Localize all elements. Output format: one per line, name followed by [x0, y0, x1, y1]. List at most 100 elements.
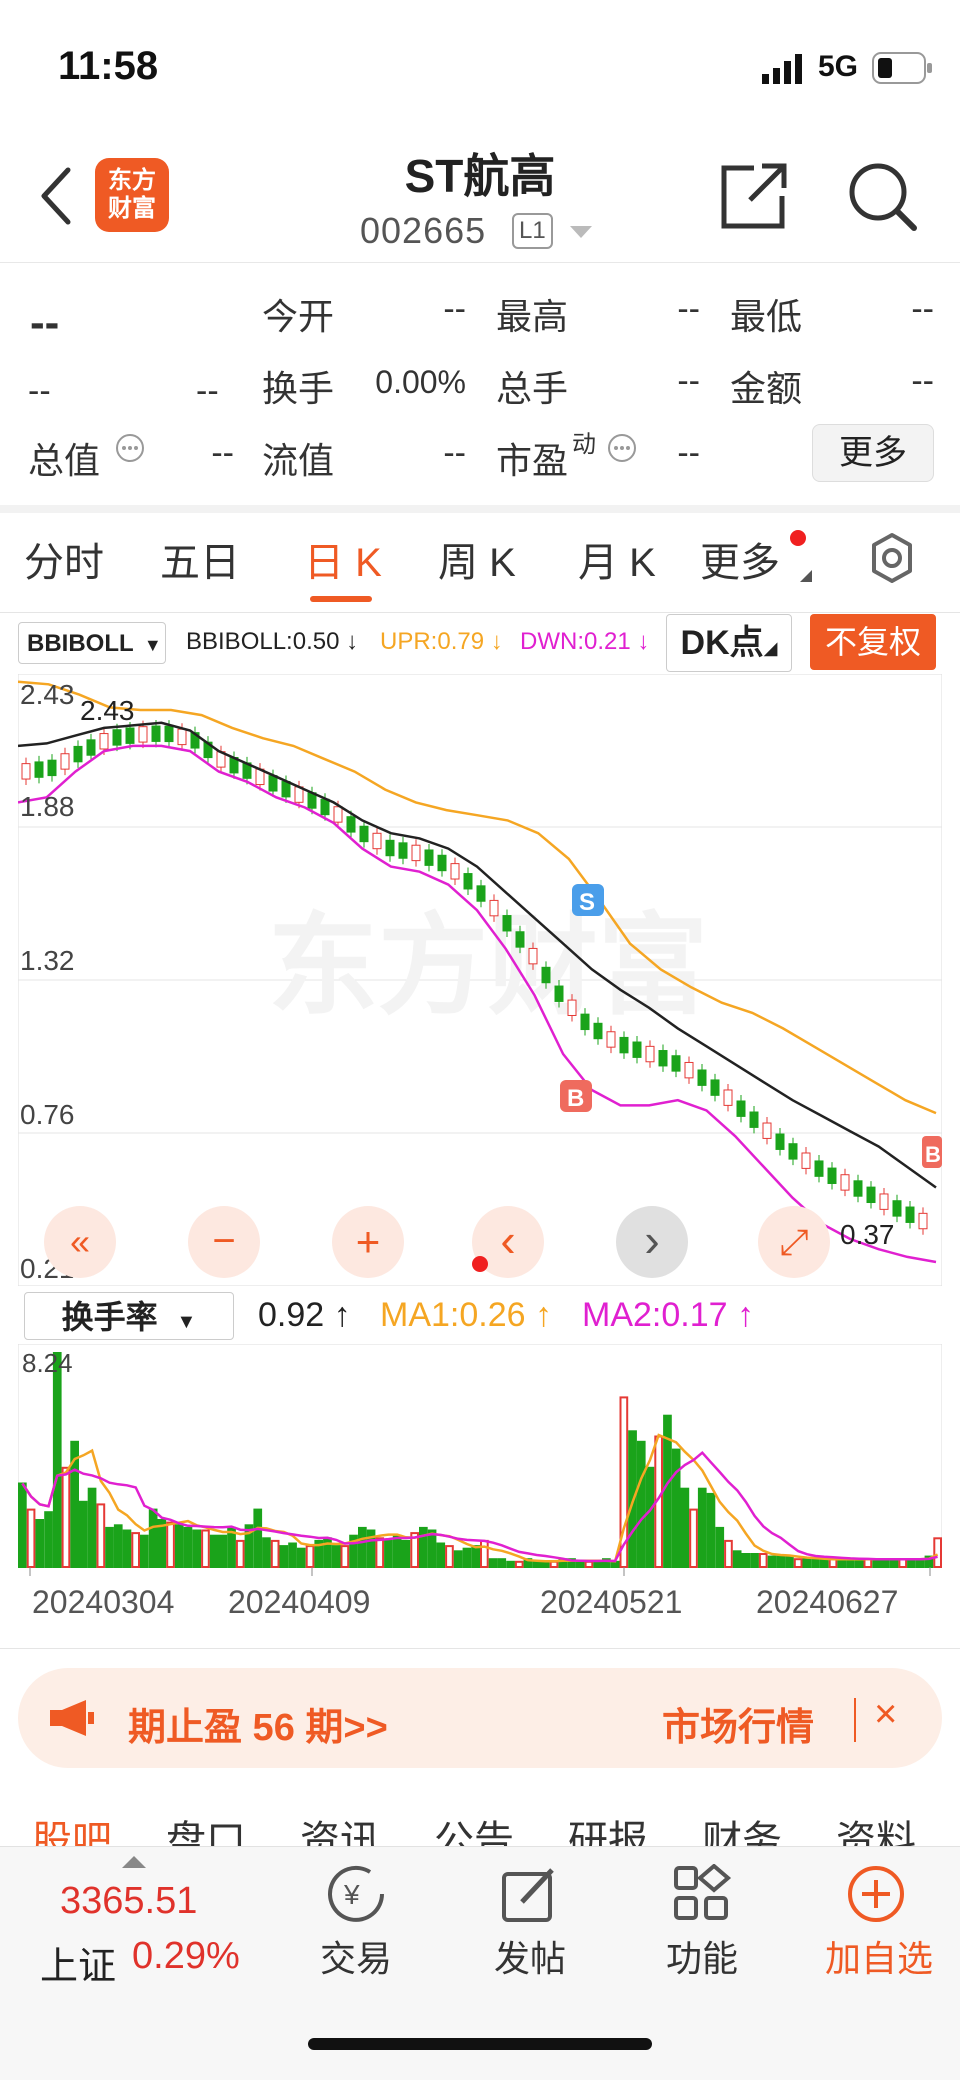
candle — [476, 885, 486, 902]
caret-down-icon[interactable] — [570, 226, 592, 240]
candle — [710, 1079, 720, 1096]
candle — [580, 1013, 590, 1031]
tab-profile[interactable]: 资料 — [836, 1808, 916, 1848]
candle — [814, 1160, 824, 1177]
banner-left-text[interactable]: 期止盈 56 期>> — [128, 1696, 388, 1751]
tab-five-day[interactable]: 五日 — [160, 530, 240, 588]
nav-post[interactable]: 发帖 — [470, 1930, 590, 1982]
candle — [684, 1061, 694, 1079]
buy-marker-label: B — [925, 1142, 941, 1167]
no-adjust-button[interactable]: 不复权 — [810, 614, 936, 670]
turnover-bar — [697, 1487, 707, 1568]
sub-indicator-select[interactable]: 换手率 ▼ — [24, 1292, 234, 1340]
turnover-bar — [793, 1558, 803, 1568]
turnover-bar — [148, 1508, 158, 1569]
search-icon[interactable] — [846, 160, 920, 234]
share-icon[interactable] — [718, 160, 790, 232]
open-value: -- — [443, 290, 466, 328]
turnover-bar — [471, 1545, 480, 1569]
turnover-bar — [462, 1547, 472, 1568]
candle — [47, 759, 57, 777]
banner-right-text[interactable]: 市场行情 — [662, 1696, 814, 1751]
turnover-bar — [79, 1500, 88, 1568]
more-quote-button[interactable]: 更多 — [812, 424, 934, 482]
nav-add-watchlist[interactable]: 加自选 — [814, 1930, 944, 1982]
turnover-bar — [96, 1503, 106, 1568]
turnover-bar — [192, 1529, 202, 1568]
date-label: 20240409 — [228, 1584, 371, 1620]
tab-daily-k[interactable]: 日 K — [304, 530, 382, 588]
tab-finance[interactable]: 财务 — [702, 1808, 782, 1848]
post-icon — [502, 1868, 554, 1922]
turnover-bar — [174, 1524, 184, 1569]
turnover-bar — [933, 1537, 942, 1569]
active-tab-indicator — [310, 596, 372, 602]
y-tick-label: 1.88 — [20, 791, 75, 822]
turnover-bar — [732, 1550, 742, 1569]
tab-guba[interactable]: 股吧 — [32, 1808, 112, 1848]
y-tick-label: 1.32 — [20, 945, 75, 976]
candle — [73, 745, 83, 763]
date-label: 20240627 — [756, 1584, 899, 1620]
turnover-bar — [262, 1537, 271, 1569]
turnover-bar — [52, 1352, 62, 1568]
tab-weekly-k[interactable]: 周 K — [438, 530, 516, 588]
index-change-pct[interactable]: 0.29% — [132, 1935, 240, 1978]
tab-pankou[interactable]: 盘口 — [166, 1808, 246, 1848]
index-value[interactable]: 3365.51 — [60, 1880, 197, 1923]
float-value-label: 流值 — [262, 440, 335, 481]
turnover-bar — [131, 1532, 141, 1569]
nav-trade[interactable]: 交易 — [296, 1930, 416, 1982]
candle — [515, 931, 525, 948]
turnover-bar — [419, 1526, 428, 1568]
dk-point-button[interactable]: DK点◢ — [666, 614, 792, 672]
total-value: -- — [211, 434, 234, 472]
candle — [632, 1041, 642, 1058]
indicator-select[interactable]: BBIBOLL ▼ — [18, 622, 166, 664]
y-tick-label: 2.43 — [20, 679, 75, 710]
turnover-bar — [671, 1448, 681, 1568]
home-indicator — [308, 2038, 652, 2050]
candle — [788, 1143, 798, 1160]
candle — [411, 844, 421, 862]
turnover-bar — [453, 1550, 463, 1569]
tab-monthly-k[interactable]: 月 K — [578, 530, 656, 588]
status-time: 11:58 — [58, 44, 159, 88]
turnover-bar — [218, 1534, 228, 1568]
candle — [138, 726, 148, 743]
tab-research[interactable]: 研报 — [568, 1808, 648, 1848]
turnover-bar — [331, 1545, 341, 1569]
candle — [567, 999, 577, 1016]
turnover-bar — [113, 1524, 123, 1569]
candle — [60, 753, 70, 770]
candle — [385, 839, 395, 857]
turnover-chart[interactable]: 8.24 — [18, 1344, 942, 1584]
index-name[interactable]: 上证 — [40, 1935, 116, 1990]
turnover-bar — [427, 1529, 437, 1568]
rewind-icon: « — [70, 1221, 90, 1262]
prev-icon: ‹ — [500, 1214, 515, 1266]
nav-functions[interactable]: 功能 — [642, 1930, 762, 1982]
candle — [320, 798, 330, 816]
tab-announcements[interactable]: 公告 — [434, 1808, 514, 1848]
float-value: -- — [443, 434, 466, 472]
kline-chart[interactable]: 东方财富 2.43 1.88 1.32 0.76 0.21 2.43 0.37 … — [18, 674, 942, 1286]
candle — [619, 1036, 629, 1054]
close-icon[interactable]: × — [874, 1692, 897, 1737]
level-badge[interactable]: L1 — [512, 213, 553, 249]
tab-more[interactable]: 更多 — [700, 530, 780, 588]
ma2-value: MA2:0.17 ↑ — [582, 1296, 754, 1334]
caret-up-icon[interactable] — [120, 1854, 148, 1870]
settings-gear-icon[interactable] — [866, 532, 918, 584]
candle — [99, 733, 109, 750]
candle — [346, 816, 356, 833]
svg-text:¥: ¥ — [343, 1879, 360, 1910]
buy-marker-label: B — [567, 1085, 584, 1112]
dwn-value: DWN:0.21 ↓ — [520, 628, 650, 655]
info-icon[interactable] — [114, 432, 146, 464]
turnover-bar — [575, 1560, 585, 1569]
turnover-bar — [488, 1558, 498, 1568]
tab-intraday[interactable]: 分时 — [24, 530, 104, 588]
candle — [840, 1174, 850, 1191]
tab-news[interactable]: 资讯 — [300, 1808, 380, 1848]
